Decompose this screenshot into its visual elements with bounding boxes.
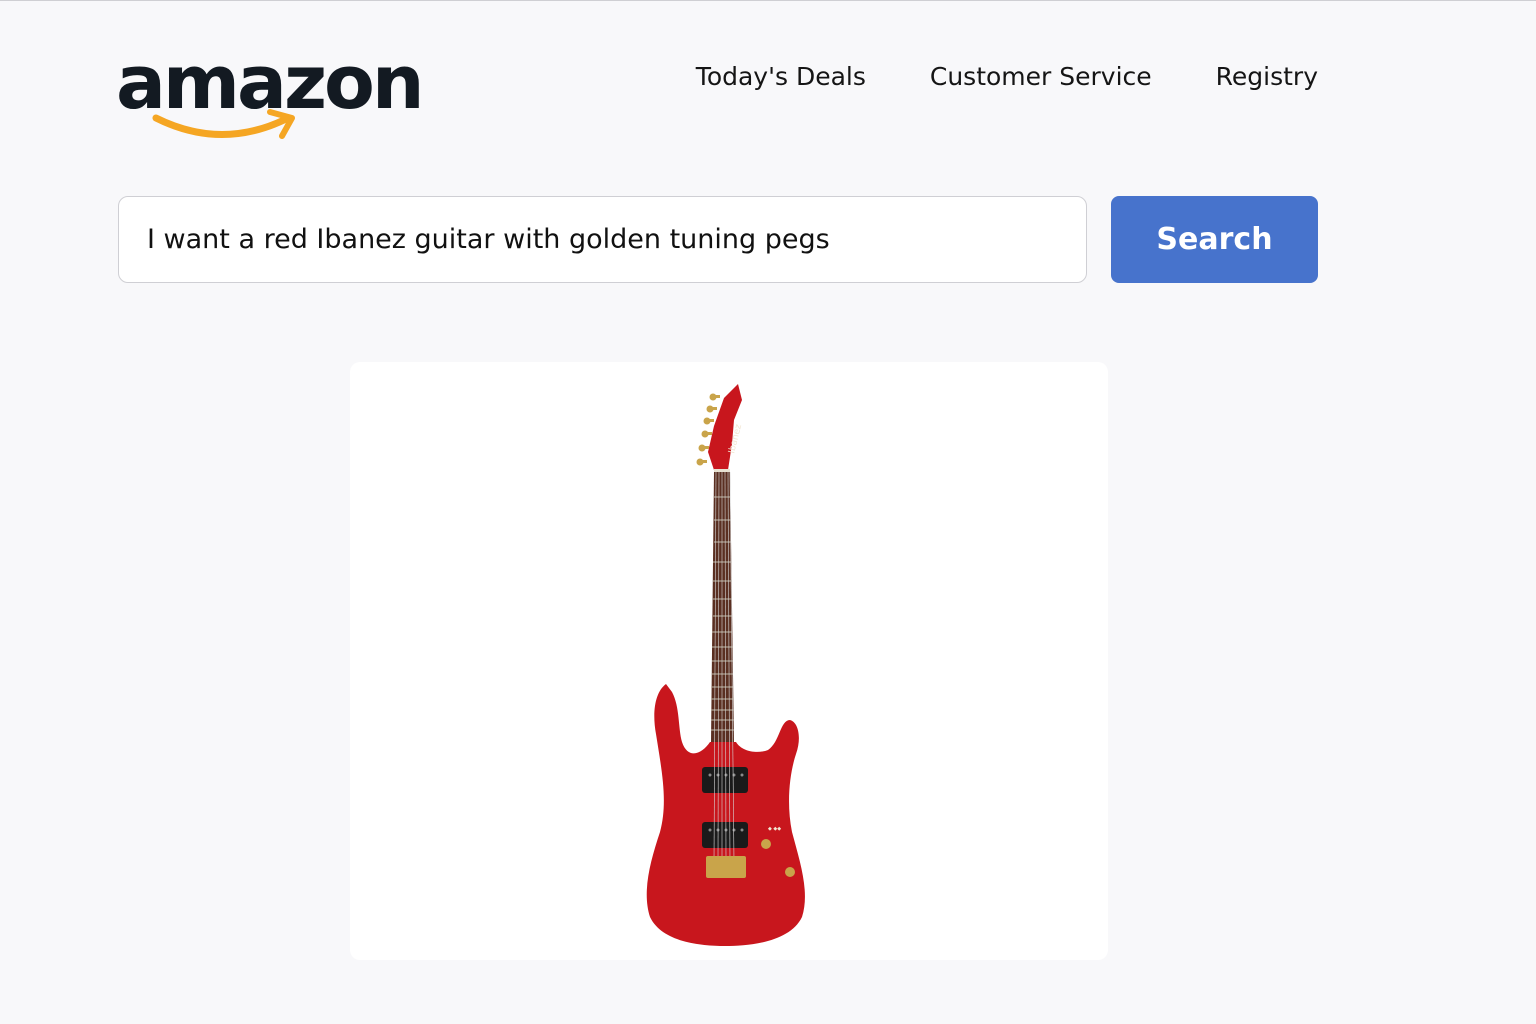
search-button[interactable]: Search bbox=[1111, 196, 1318, 283]
top-nav: Today's Deals Customer Service Registry bbox=[696, 62, 1318, 91]
volume-knob bbox=[761, 839, 771, 849]
top-divider bbox=[0, 0, 1536, 1]
svg-text:◆ ◆◆: ◆ ◆◆ bbox=[768, 826, 781, 832]
nav-todays-deals[interactable]: Today's Deals bbox=[696, 62, 866, 91]
tone-knob bbox=[785, 867, 795, 877]
product-image-card[interactable]: Ibanez ◆ ◆◆ bbox=[350, 362, 1108, 960]
red-guitar-image: Ibanez ◆ ◆◆ bbox=[646, 384, 805, 946]
nav-customer-service[interactable]: Customer Service bbox=[930, 62, 1152, 91]
guitar-bridge bbox=[706, 856, 746, 878]
neck-pickup bbox=[702, 767, 748, 793]
logo-smile-icon bbox=[152, 109, 295, 139]
page: amazon Today's Deals Customer Service Re… bbox=[0, 0, 1536, 1024]
search-input[interactable] bbox=[118, 196, 1087, 283]
bridge-pickup bbox=[702, 822, 748, 848]
amazon-logo[interactable]: amazon bbox=[116, 46, 425, 156]
nav-registry[interactable]: Registry bbox=[1216, 62, 1318, 91]
